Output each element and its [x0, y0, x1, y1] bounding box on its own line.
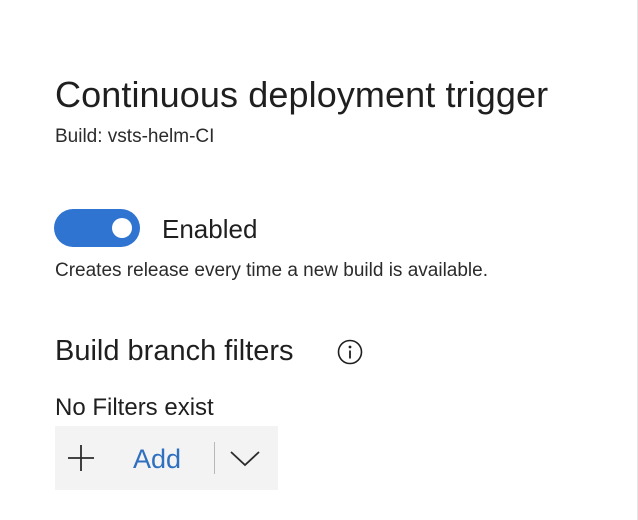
- info-icon[interactable]: [337, 339, 363, 365]
- trigger-description: Creates release every time a new build i…: [55, 260, 488, 281]
- add-options-dropdown[interactable]: [217, 426, 278, 490]
- add-filter-button[interactable]: Add: [55, 426, 211, 490]
- page-title: Continuous deployment trigger: [55, 74, 549, 115]
- split-button-divider: [214, 442, 215, 474]
- continuous-deployment-trigger-panel: Continuous deployment trigger Build: vst…: [0, 0, 638, 520]
- build-branch-filters-heading: Build branch filters: [55, 335, 294, 367]
- toggle-label: Enabled: [162, 214, 258, 244]
- no-filters-message: No Filters exist: [55, 394, 214, 421]
- chevron-down-icon: [230, 451, 260, 467]
- build-subtitle: Build: vsts-helm-CI: [55, 126, 215, 147]
- enabled-toggle[interactable]: [54, 209, 140, 247]
- toggle-knob: [112, 218, 132, 238]
- plus-icon: [68, 445, 94, 471]
- add-filter-split-button: Add: [55, 426, 278, 490]
- add-button-label: Add: [133, 444, 182, 474]
